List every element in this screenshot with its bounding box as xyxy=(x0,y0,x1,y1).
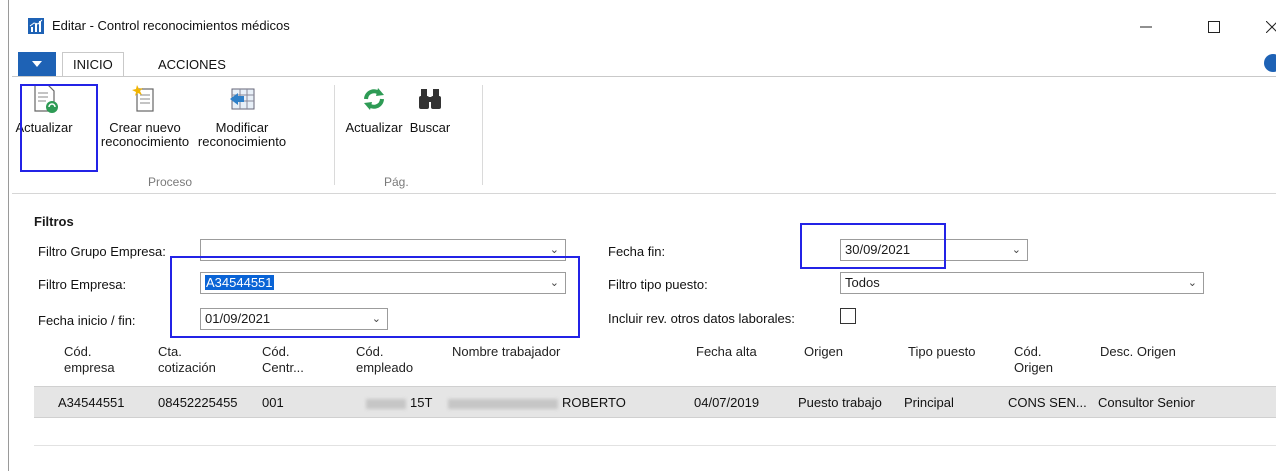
modificar-reconocimiento-button[interactable]: Modificar reconocimiento xyxy=(192,83,292,149)
file-menu-button[interactable] xyxy=(18,52,56,76)
table-divider xyxy=(34,445,1276,446)
edit-table-icon xyxy=(230,88,255,110)
redacted-blur xyxy=(366,398,406,409)
incluir-label: Incluir rev. otros datos laborales: xyxy=(608,311,795,326)
modificar-label-2: reconocimiento xyxy=(197,134,287,149)
maximize-button[interactable] xyxy=(1196,10,1232,44)
actualizar-pagina-button[interactable]: Actualizar xyxy=(342,83,406,135)
tipo-puesto-value: Todos xyxy=(845,275,880,290)
highlight-box-empresa xyxy=(170,256,580,338)
empresa-label: Filtro Empresa: xyxy=(38,277,127,292)
cell-cod-origen: CONS SEN... xyxy=(1008,395,1087,410)
ribbon-tabs: INICIO ACCIONES xyxy=(12,52,1276,77)
cell-nombre: ROBERTO xyxy=(448,395,626,410)
cell-centro: 001 xyxy=(262,395,284,410)
chevron-down-icon[interactable]: ⌄ xyxy=(1012,243,1021,256)
window-title: Editar - Control reconocimientos médicos xyxy=(52,18,290,33)
col-header-nombre[interactable]: Nombre trabajador xyxy=(452,344,560,360)
window-edge xyxy=(0,0,9,471)
col-header-tipo-puesto[interactable]: Tipo puesto xyxy=(908,344,975,360)
fecha-fin-label: Fecha fin: xyxy=(608,244,666,259)
dropdown-arrow-icon xyxy=(32,61,42,67)
cell-cotizacion: 08452225455 xyxy=(158,395,238,410)
redacted-blur xyxy=(448,398,558,409)
crear-reconocimiento-button[interactable]: Crear nuevo reconocimiento xyxy=(96,83,194,149)
tipo-puesto-field[interactable]: Todos ⌄ xyxy=(840,272,1204,294)
cell-origen: Puesto trabajo xyxy=(798,395,882,410)
col-header-cotizacion[interactable]: Cta. cotización xyxy=(158,344,216,376)
filters-title: Filtros xyxy=(34,214,74,229)
crear-label-2: reconocimiento xyxy=(100,134,190,149)
new-document-icon xyxy=(132,85,154,112)
editor-window: Editar - Control reconocimientos médicos… xyxy=(0,0,1276,471)
tab-inicio[interactable]: INICIO xyxy=(62,52,124,77)
ribbon: Actualizar Crear nuevo reconocimiento Mo… xyxy=(12,76,1276,194)
ribbon-separator xyxy=(482,85,483,185)
app-chart-icon xyxy=(28,18,44,34)
refresh-icon xyxy=(364,88,384,110)
cell-empleado: 15T xyxy=(366,395,432,410)
tipo-puesto-label: Filtro tipo puesto: xyxy=(608,277,708,292)
col-header-cod-origen[interactable]: Cód. Origen xyxy=(1014,344,1053,376)
highlight-box-actualizar xyxy=(20,84,98,172)
binoculars-icon xyxy=(419,89,441,109)
group-label-pag: Pág. xyxy=(384,175,409,189)
modificar-label-1: Modificar xyxy=(215,120,269,135)
help-icon[interactable] xyxy=(1264,54,1276,72)
crear-label-1: Crear nuevo xyxy=(109,120,181,135)
incluir-checkbox[interactable] xyxy=(840,308,856,324)
table-header: Cód. empresa Cta. cotización Cód. Centr... … xyxy=(34,344,1276,386)
col-header-centro[interactable]: Cód. Centr... xyxy=(262,344,304,376)
chevron-down-icon[interactable]: ⌄ xyxy=(1188,276,1197,289)
col-header-empleado[interactable]: Cód. empleado xyxy=(356,344,413,376)
minimize-button[interactable] xyxy=(1128,10,1164,44)
close-icon xyxy=(1266,21,1276,33)
tab-acciones[interactable]: ACCIONES xyxy=(148,52,236,76)
cell-empresa: A34544551 xyxy=(58,395,125,410)
cell-tipo-puesto: Principal xyxy=(904,395,954,410)
title-bar: Editar - Control reconocimientos médicos xyxy=(12,0,1276,52)
ribbon-separator xyxy=(334,85,335,185)
table-row[interactable]: A34544551 08452225455 001 15T ROBERTO 04… xyxy=(34,386,1276,418)
close-button[interactable] xyxy=(1254,10,1276,44)
highlight-box-fecha-fin xyxy=(800,223,946,269)
col-header-desc-origen[interactable]: Desc. Origen xyxy=(1100,344,1176,360)
buscar-label: Buscar xyxy=(409,120,451,135)
fecha-inicio-label: Fecha inicio / fin: xyxy=(38,313,136,328)
group-label-proceso: Proceso xyxy=(148,175,193,189)
col-header-origen[interactable]: Origen xyxy=(804,344,843,360)
col-header-fecha-alta[interactable]: Fecha alta xyxy=(696,344,757,360)
cell-desc-origen: Consultor Senior xyxy=(1098,395,1195,410)
minimize-icon xyxy=(1140,26,1152,28)
cell-fecha-alta: 04/07/2019 xyxy=(694,395,760,410)
grupo-empresa-label: Filtro Grupo Empresa: xyxy=(38,244,166,259)
maximize-icon xyxy=(1208,21,1220,33)
buscar-button[interactable]: Buscar xyxy=(406,83,454,135)
col-header-empresa[interactable]: Cód. empresa xyxy=(64,344,115,376)
chevron-down-icon[interactable]: ⌄ xyxy=(550,243,559,256)
actualizar-pag-label: Actualizar xyxy=(345,120,403,135)
